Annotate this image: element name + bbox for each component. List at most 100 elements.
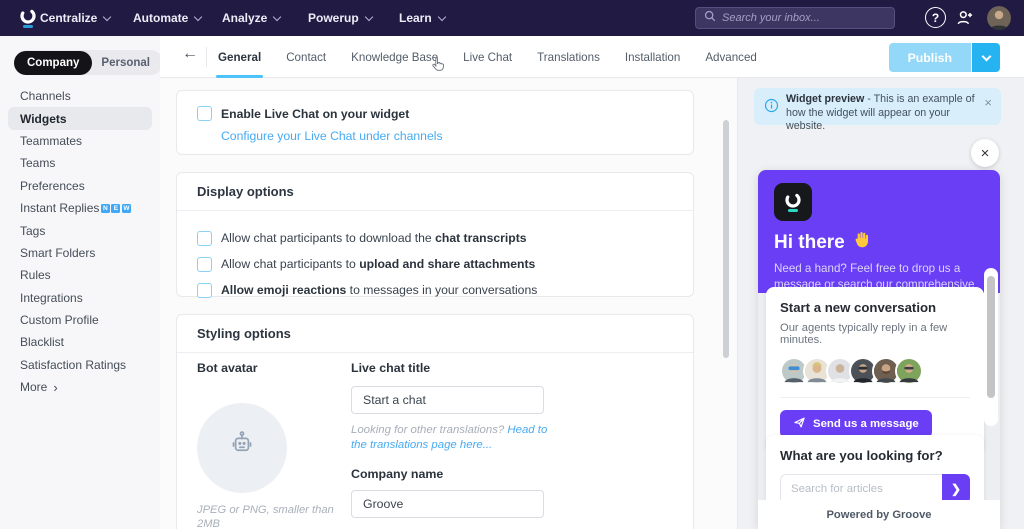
- sidebar-item-channels[interactable]: Channels: [0, 85, 160, 107]
- widget-logo-icon: [774, 183, 812, 221]
- sidebar-item-label: More: [20, 380, 47, 394]
- tab-advanced[interactable]: Advanced: [705, 36, 757, 78]
- wave-emoji-icon: [852, 230, 871, 255]
- menu-automate[interactable]: Automate: [133, 0, 201, 36]
- live-chat-title-input[interactable]: [351, 386, 544, 414]
- sidebar-item-preferences[interactable]: Preferences: [0, 175, 160, 197]
- start-conversation-card: Start a new conversation Our agents typi…: [766, 287, 984, 452]
- chat-transcripts-checkbox[interactable]: [197, 231, 212, 246]
- sidebar-item-blacklist[interactable]: Blacklist: [0, 331, 160, 353]
- emoji-reactions-checkbox[interactable]: [197, 283, 212, 298]
- sidebar-item-integrations[interactable]: Integrations: [0, 287, 160, 309]
- tab-contact[interactable]: Contact: [286, 36, 326, 78]
- menu-label: Learn: [399, 11, 432, 25]
- groove-settings-app: Centralize Automate Analyze Powerup Lear…: [0, 0, 1024, 529]
- content-scrollbar[interactable]: [723, 120, 729, 358]
- sidebar-item-teams[interactable]: Teams: [0, 152, 160, 174]
- search-icon: [704, 9, 716, 27]
- enable-live-chat-card: Enable Live Chat on your widget Configur…: [176, 90, 694, 155]
- sidebar-item-rules[interactable]: Rules: [0, 264, 160, 286]
- menu-powerup[interactable]: Powerup: [308, 0, 372, 36]
- sidebar-item-smart-folders[interactable]: Smart Folders: [0, 242, 160, 264]
- menu-label: Analyze: [222, 11, 267, 25]
- robot-icon: [225, 429, 259, 468]
- sidebar-item-label: Smart Folders: [20, 246, 95, 260]
- top-navbar: Centralize Automate Analyze Powerup Lear…: [0, 0, 1024, 36]
- option-label: Allow emoji reactions to messages in you…: [221, 283, 537, 297]
- search-input[interactable]: [722, 12, 886, 24]
- conversation-title: Start a new conversation: [780, 300, 970, 315]
- send-message-button[interactable]: Send us a message: [780, 410, 932, 438]
- groove-logo-icon[interactable]: [16, 6, 40, 30]
- sidebar-item-teammates[interactable]: Teammates: [0, 130, 160, 152]
- sidebar-item-instant-replies[interactable]: Instant RepliesNEW: [0, 197, 160, 219]
- styling-options-title: Styling options: [177, 315, 693, 353]
- new-badge: W: [122, 204, 131, 213]
- chevron-down-icon: [103, 12, 111, 20]
- tab-knowledge-base[interactable]: Knowledge Base: [351, 36, 438, 78]
- tab-translations[interactable]: Translations: [537, 36, 600, 78]
- configure-live-chat-link[interactable]: Configure your Live Chat under channels: [221, 129, 673, 143]
- widget-preview-banner: Widget preview - This is an example of h…: [754, 88, 1001, 125]
- menu-learn[interactable]: Learn: [399, 0, 445, 36]
- sidebar-item-tags[interactable]: Tags: [0, 219, 160, 241]
- sidebar-item-label: Blacklist: [20, 335, 64, 349]
- add-user-icon[interactable]: [955, 8, 975, 33]
- close-icon: ×: [981, 145, 990, 162]
- new-badge: E: [111, 204, 120, 213]
- tab-general[interactable]: General: [218, 36, 261, 78]
- agent-avatars: [780, 357, 970, 385]
- enable-live-chat-checkbox[interactable]: [197, 106, 212, 121]
- help-icon[interactable]: ?: [925, 7, 946, 28]
- widget-footer: Powered by Groove: [758, 500, 1000, 529]
- bot-avatar-upload[interactable]: [197, 403, 287, 493]
- chevron-down-icon: [194, 12, 202, 20]
- sidebar-item-label: Teammates: [20, 134, 82, 148]
- widget-header: Hi there Need a hand? Feel free to drop …: [758, 170, 1000, 293]
- settings-content: Enable Live Chat on your widget Configur…: [160, 78, 737, 529]
- toggle-personal[interactable]: Personal: [92, 51, 163, 75]
- send-button-label: Send us a message: [813, 418, 919, 430]
- tab-installation[interactable]: Installation: [625, 36, 680, 78]
- workspace-toggle[interactable]: Company Personal: [14, 50, 163, 75]
- publish-dropdown-button[interactable]: [972, 43, 1000, 72]
- sidebar-item-widgets[interactable]: Widgets: [8, 107, 152, 129]
- display-options-title: Display options: [177, 173, 693, 211]
- sidebar-item-more[interactable]: More›: [0, 376, 160, 398]
- widget-scrollbar-thumb[interactable]: [987, 276, 995, 398]
- menu-analyze[interactable]: Analyze: [222, 0, 280, 36]
- publish-split-button: Publish: [889, 43, 1000, 72]
- widget-greeting: Hi there: [774, 230, 984, 255]
- sidebar-nav: Channels Widgets Teammates Teams Prefere…: [0, 85, 160, 398]
- option-label: Allow chat participants to upload and sh…: [221, 257, 535, 271]
- sidebar-item-label: Custom Profile: [20, 313, 99, 327]
- widget-close-button[interactable]: ×: [971, 139, 999, 167]
- send-icon: [793, 416, 806, 432]
- search-card-title: What are you looking for?: [780, 448, 970, 463]
- publish-button[interactable]: Publish: [889, 43, 971, 72]
- user-avatar[interactable]: [987, 6, 1011, 30]
- bot-avatar-label: Bot avatar: [197, 361, 258, 375]
- menu-label: Powerup: [308, 11, 359, 25]
- sidebar-item-label: Channels: [20, 89, 71, 103]
- inbox-search-box[interactable]: [695, 7, 895, 29]
- chat-widget-preview: Hi there Need a hand? Feel free to drop …: [758, 170, 1000, 529]
- option-row: Allow chat participants to download the …: [197, 225, 673, 251]
- toggle-company[interactable]: Company: [14, 51, 92, 75]
- sidebar-item-satisfaction-ratings[interactable]: Satisfaction Ratings: [0, 354, 160, 376]
- sidebar-item-custom-profile[interactable]: Custom Profile: [0, 309, 160, 331]
- upload-attachments-checkbox[interactable]: [197, 257, 212, 272]
- chevron-down-icon: [364, 12, 372, 20]
- menu-centralize[interactable]: Centralize: [40, 0, 110, 36]
- back-arrow-icon[interactable]: ←: [182, 45, 198, 63]
- enable-live-chat-label: Enable Live Chat on your widget: [221, 107, 409, 121]
- display-options-card: Display options Allow chat participants …: [176, 172, 694, 297]
- menu-label: Centralize: [40, 11, 97, 25]
- banner-close-icon[interactable]: ×: [984, 96, 992, 110]
- company-name-label: Company name: [351, 467, 551, 481]
- company-name-input[interactable]: [351, 490, 544, 518]
- translations-note: Looking for other translations? Head to …: [351, 423, 551, 453]
- sidebar-item-label: Preferences: [20, 179, 85, 193]
- divider: [206, 47, 207, 67]
- tab-live-chat[interactable]: Live Chat: [463, 36, 512, 78]
